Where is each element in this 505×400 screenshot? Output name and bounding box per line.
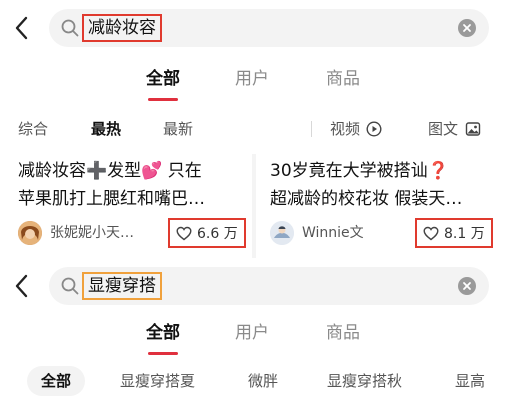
chip-suggestion[interactable]: 显瘦穿搭秋 <box>327 366 402 396</box>
card-gap <box>252 154 256 258</box>
search-icon <box>61 277 79 295</box>
filter-video-label: 视频 <box>330 120 361 138</box>
search-query-text[interactable]: 减龄妆容 <box>82 14 162 42</box>
search-input-box[interactable]: 显瘦穿搭 <box>49 267 489 305</box>
clear-circle-icon <box>463 24 471 32</box>
search-bar-row: 显瘦穿搭 <box>0 258 505 314</box>
tab-label: 全部 <box>146 69 180 89</box>
avatar[interactable] <box>270 221 294 245</box>
note-title-line2: 苹果肌打上腮红和嘴巴… <box>18 189 205 209</box>
tab-all[interactable]: 全部 <box>133 316 193 360</box>
search-bar-row: 减龄妆容 <box>0 0 505 56</box>
heart-icon <box>423 226 439 240</box>
note-title-line2: 超减龄的校花妆 假装天… <box>270 189 463 209</box>
back-button[interactable] <box>8 270 34 302</box>
play-circle-icon <box>366 121 382 137</box>
suggestion-chip-row: 全部 显瘦穿搭夏 微胖 显瘦穿搭秋 显高 <box>0 362 505 400</box>
search-results-panel-outfits: 显瘦穿搭 全部 用户 商品 全部 显瘦穿搭夏 微胖 显瘦穿搭秋 显高 <box>0 258 505 400</box>
back-button[interactable] <box>8 12 34 44</box>
clear-search-button[interactable] <box>458 277 476 295</box>
image-icon <box>465 122 481 136</box>
chip-suggestion[interactable]: 显高 <box>455 366 485 396</box>
search-query-text[interactable]: 显瘦穿搭 <box>82 272 162 300</box>
sort-filter-row: 综合 最热 最新 视频 图文 <box>0 112 505 150</box>
note-title-line1: 减龄妆容➕发型💕 只在 <box>18 161 202 181</box>
filter-divider <box>311 121 312 137</box>
note-footer: Winnie文 8.1 万 <box>270 218 500 250</box>
tab-label: 商品 <box>326 69 360 89</box>
tab-all[interactable]: 全部 <box>133 62 193 106</box>
filter-image-text-label: 图文 <box>428 120 459 138</box>
author-name[interactable]: 张妮妮小天… <box>50 223 134 243</box>
like-count-value: 6.6 万 <box>197 226 238 242</box>
tab-label: 用户 <box>235 69 269 89</box>
chip-suggestion[interactable]: 显瘦穿搭夏 <box>120 366 195 396</box>
note-footer: 张妮妮小天… 6.6 万 <box>18 218 248 250</box>
clear-search-button[interactable] <box>458 19 476 37</box>
note-card[interactable]: 减龄妆容➕发型💕 只在 苹果肌打上腮红和嘴巴… 张妮妮小天… 6.6 万 <box>18 154 248 258</box>
tab-users[interactable]: 用户 <box>222 62 282 106</box>
note-card[interactable]: 30岁竟在大学被搭讪❓ 超减龄的校花妆 假装天… Winnie文 8.1 万 <box>270 154 500 258</box>
like-count[interactable]: 8.1 万 <box>415 218 493 248</box>
active-tab-indicator <box>148 352 178 355</box>
like-count[interactable]: 6.6 万 <box>168 218 246 248</box>
avatar[interactable] <box>18 221 42 245</box>
tab-products[interactable]: 商品 <box>313 316 373 360</box>
filter-video[interactable]: 视频 <box>330 112 382 146</box>
note-title-line1: 30岁竟在大学被搭讪❓ <box>270 161 449 181</box>
author-name[interactable]: Winnie文 <box>302 223 364 243</box>
chevron-left-icon <box>15 16 28 40</box>
tab-products[interactable]: 商品 <box>313 62 373 106</box>
filter-image-text[interactable]: 图文 <box>428 112 481 146</box>
tab-label: 商品 <box>326 323 360 343</box>
sort-hottest[interactable]: 最热 <box>91 112 121 146</box>
chevron-left-icon <box>15 274 28 298</box>
avatar-image-icon <box>18 221 42 245</box>
tab-users[interactable]: 用户 <box>222 316 282 360</box>
search-input-box[interactable]: 减龄妆容 <box>49 9 489 47</box>
result-type-tabs: 全部 用户 商品 <box>0 62 505 106</box>
search-results-panel-makeup: 减龄妆容 全部 用户 商品 综合 最热 最新 视频 图文 减龄妆容➕发型💕 只在… <box>0 0 505 258</box>
clear-circle-icon <box>463 282 471 290</box>
tab-label: 全部 <box>146 323 180 343</box>
chip-suggestion[interactable]: 微胖 <box>248 366 278 396</box>
active-tab-indicator <box>148 98 178 101</box>
sort-newest[interactable]: 最新 <box>163 112 193 146</box>
result-type-tabs: 全部 用户 商品 <box>0 316 505 360</box>
avatar-image-icon <box>270 221 294 245</box>
chip-all[interactable]: 全部 <box>27 366 86 396</box>
tab-label: 用户 <box>235 323 269 343</box>
sort-comprehensive[interactable]: 综合 <box>18 112 48 146</box>
like-count-value: 8.1 万 <box>444 226 485 242</box>
heart-icon <box>176 226 192 240</box>
search-icon <box>61 19 79 37</box>
